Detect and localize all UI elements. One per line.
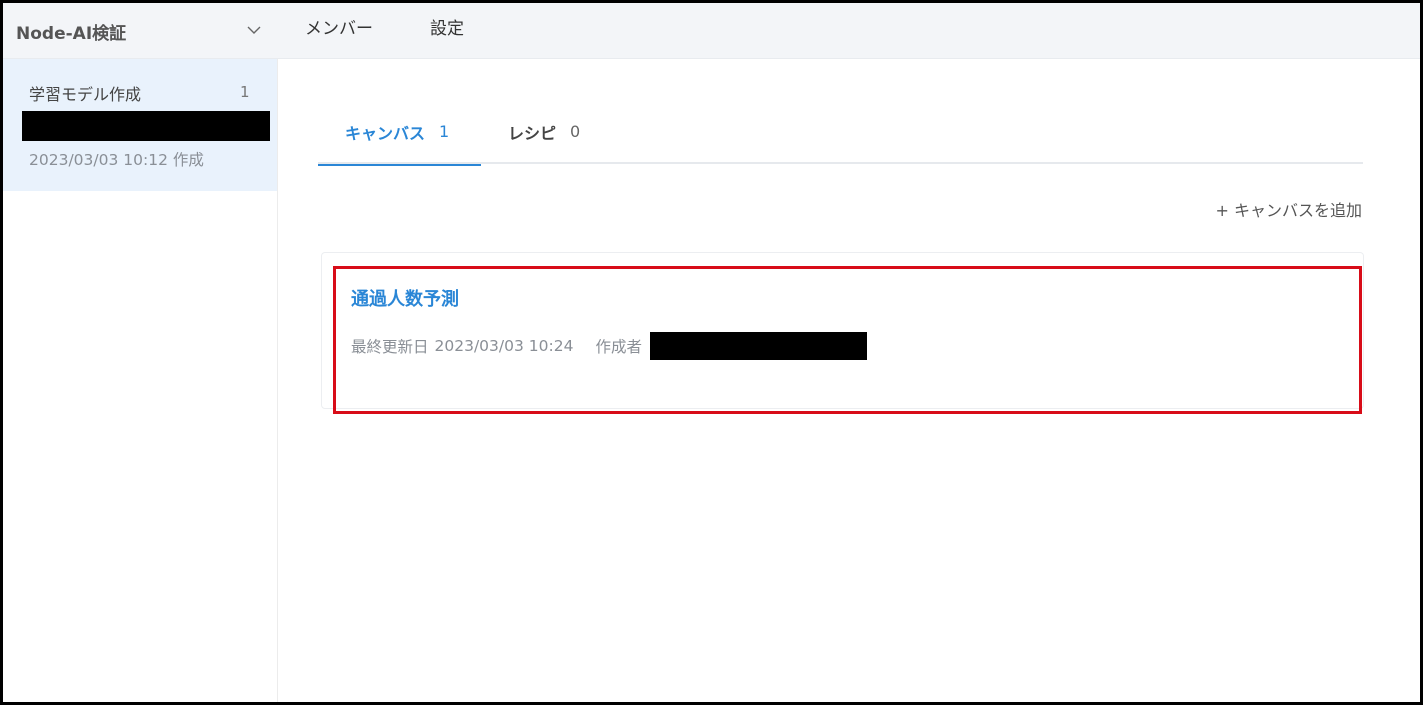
tab-recipe-label: レシピ [508, 123, 557, 143]
author-label: 作成者 [595, 338, 642, 356]
chevron-down-icon [247, 26, 261, 34]
project-created-date: 2023/03/03 10:12 作成 [29, 151, 204, 169]
app-window: Node-AI検証 メンバー 設定 学習モデル作成 1 2023/03/03 1… [0, 0, 1423, 705]
canvas-meta: 最終更新日 2023/03/03 10:24 作成者 [351, 332, 867, 360]
top-nav: メンバー 設定 [305, 3, 521, 59]
project-title: 学習モデル作成 [29, 85, 142, 104]
tab-canvas-count: 1 [439, 122, 450, 141]
updated-label: 最終更新日 [351, 338, 429, 356]
canvas-card[interactable]: 通過人数予測 最終更新日 2023/03/03 10:24 作成者 [321, 252, 1364, 409]
tab-canvas-label: キャンバス [345, 123, 426, 143]
main-content: キャンバス 1 レシピ 0 + キャンバスを追加 通過人数予測 最終更新日 20… [279, 59, 1420, 702]
redacted-block [22, 111, 270, 141]
workspace-name: Node-AI検証 [16, 23, 127, 44]
updated-date: 2023/03/03 10:24 [434, 337, 574, 355]
nav-settings[interactable]: 設定 [430, 14, 464, 39]
redacted-author [649, 332, 867, 360]
canvas-title[interactable]: 通過人数予測 [351, 285, 459, 311]
sidebar: 学習モデル作成 1 2023/03/03 10:12 作成 [3, 59, 278, 702]
tab-recipe[interactable]: レシピ 0 [508, 109, 580, 164]
project-count: 1 [240, 83, 250, 101]
sidebar-project-item[interactable]: 学習モデル作成 1 2023/03/03 10:12 作成 [3, 59, 277, 191]
top-header: Node-AI検証 メンバー 設定 [3, 3, 1420, 59]
add-canvas-button[interactable]: + キャンバスを追加 [1216, 197, 1363, 221]
tab-recipe-count: 0 [570, 122, 581, 141]
tab-bar: キャンバス 1 レシピ 0 [318, 109, 1363, 166]
active-tab-indicator [318, 164, 481, 166]
nav-members[interactable]: メンバー [305, 14, 373, 39]
workspace-switcher[interactable]: Node-AI検証 [3, 3, 278, 59]
tab-canvas[interactable]: キャンバス 1 [318, 109, 481, 166]
